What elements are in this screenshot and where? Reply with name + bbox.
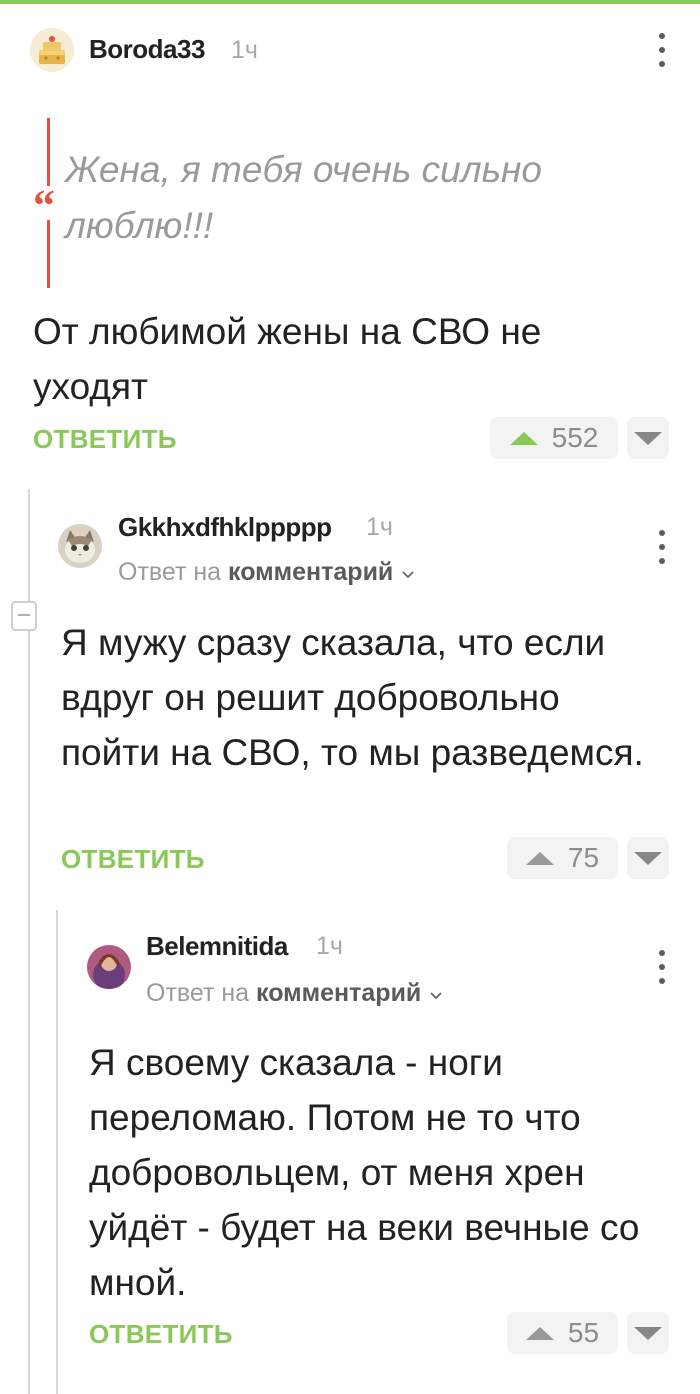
avatar[interactable] (30, 28, 74, 72)
reply-to-label: Ответ на комментарий (146, 979, 442, 1008)
downvote-button[interactable] (627, 837, 669, 879)
comment-text: От любимой жены на СВО не уходят (33, 311, 542, 407)
avatar[interactable] (58, 524, 102, 568)
quote-text: Жена, я тебя очень сильно люблю!!! (65, 149, 542, 246)
rating-count: 55 (567, 1317, 600, 1348)
upvote-icon (525, 851, 554, 865)
downvote-icon (634, 431, 662, 445)
thread-line (56, 910, 58, 1394)
quote-bar (47, 220, 50, 288)
more-vertical-icon[interactable] (656, 950, 668, 984)
top-accent-line (0, 0, 700, 4)
avatar[interactable] (87, 945, 131, 989)
reply-to-label: Ответ на комментарий (118, 558, 414, 587)
collapse-thread-icon[interactable] (11, 601, 37, 631)
downvote-button[interactable] (627, 1312, 669, 1354)
username[interactable]: Boroda33 (89, 34, 205, 65)
downvote-icon (634, 1326, 662, 1340)
more-vertical-icon[interactable] (656, 530, 668, 564)
downvote-icon (634, 851, 662, 865)
comment-text: Я мужу сразу сказала, что если вдруг он … (61, 622, 644, 773)
comment-text: Я своему сказала - ноги переломаю. Потом… (89, 1042, 640, 1303)
avatar-cake-image (30, 28, 74, 72)
chevron-down-icon[interactable] (430, 991, 442, 1001)
reply-to-link[interactable]: комментарий (228, 558, 393, 586)
avatar-person-image (87, 945, 131, 989)
comment-time: 1ч (316, 932, 343, 960)
rating-count: 552 (551, 422, 599, 453)
reply-to-link[interactable]: комментарий (256, 979, 421, 1007)
reply-to-prefix: Ответ на (146, 979, 250, 1007)
quote-icon: “ (33, 181, 55, 230)
quote-bar (47, 118, 50, 186)
reply-button[interactable]: ОТВЕТИТЬ (61, 844, 205, 875)
reply-to-prefix: Ответ на (118, 558, 222, 586)
avatar-cat-image (58, 524, 102, 568)
upvote-icon (525, 1326, 554, 1340)
upvote-icon (509, 431, 538, 445)
downvote-button[interactable] (627, 417, 669, 459)
chevron-down-icon[interactable] (402, 570, 414, 580)
reply-button[interactable]: ОТВЕТИТЬ (33, 424, 177, 455)
comment-time: 1ч (231, 36, 258, 64)
comment-time: 1ч (366, 513, 393, 541)
reply-button[interactable]: ОТВЕТИТЬ (89, 1319, 233, 1350)
username[interactable]: Belemnitida (146, 931, 288, 962)
rating-count: 75 (567, 842, 600, 873)
quote-block: “ Жена, я тебя очень сильно люблю!!! (33, 118, 673, 288)
upvote-button[interactable]: 552 (490, 417, 618, 459)
username[interactable]: Gkkhxdfhklppppp (118, 512, 332, 543)
upvote-button[interactable]: 55 (507, 1312, 618, 1354)
more-vertical-icon[interactable] (656, 33, 668, 67)
upvote-button[interactable]: 75 (507, 837, 618, 879)
